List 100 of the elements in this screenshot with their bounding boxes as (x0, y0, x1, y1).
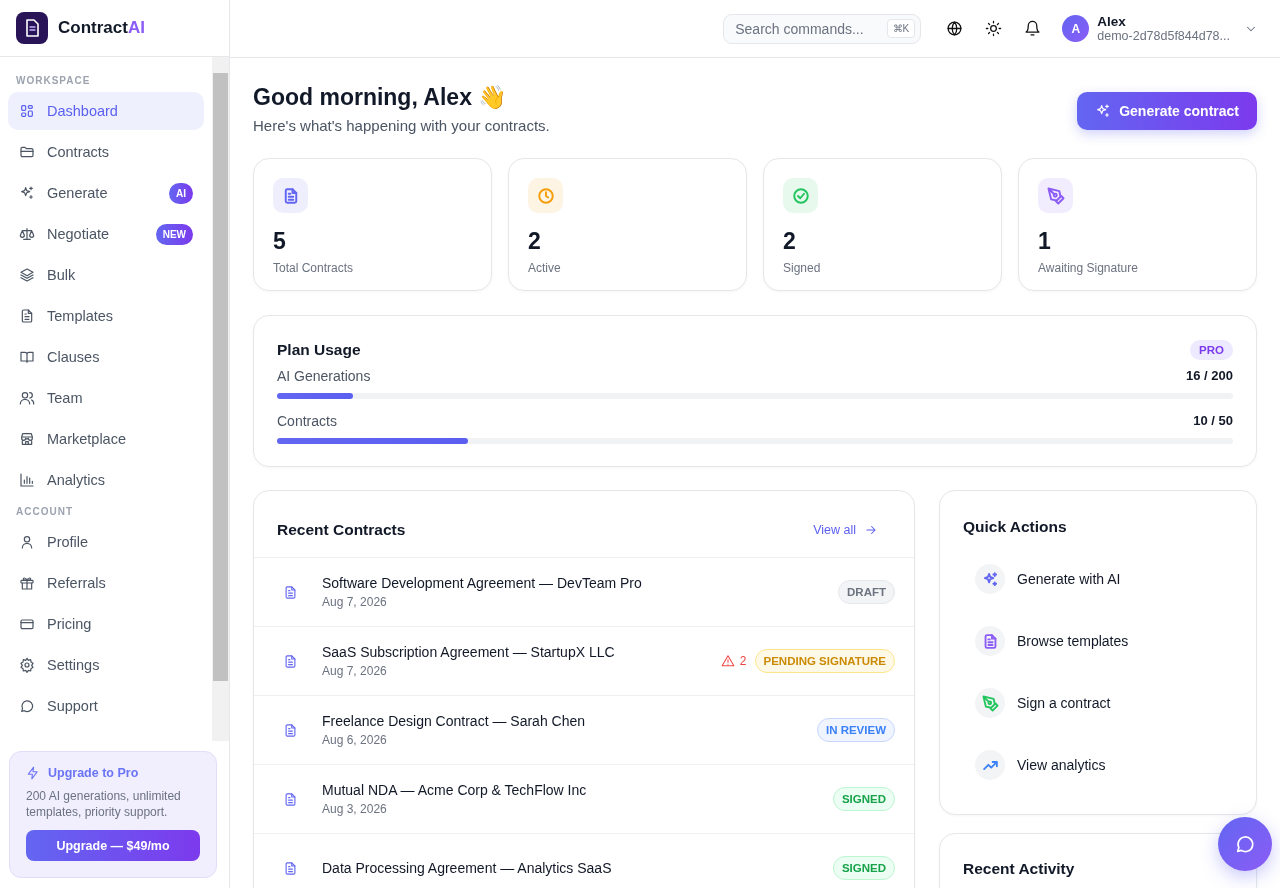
meter-reading: 16 / 200 (1186, 368, 1233, 384)
nav-badge: AI (169, 182, 193, 204)
nav-item[interactable]: Analytics (8, 461, 204, 499)
user-account: demo-2d78d5f844d78... (1097, 29, 1230, 43)
globe-icon[interactable] (946, 20, 964, 37)
contract-title: Software Development Agreement — DevTeam Pro (322, 575, 643, 591)
status-pill: DRAFT (838, 580, 895, 604)
contract-row[interactable]: Mutual NDA — Acme Corp & TechFlow Inc Aug 3, 2026 SIGNED (254, 764, 914, 833)
upgrade-text: 200 AI generations, unlimited templates, priority support. (26, 788, 182, 820)
sun-icon[interactable] (985, 20, 1003, 37)
status-pill: SIGNED (832, 787, 895, 811)
nav-item[interactable]: Profile (8, 523, 204, 561)
stat-label: Total Contracts (273, 261, 355, 275)
upgrade-button[interactable]: Upgrade — $49/mo (26, 830, 200, 861)
people-icon (19, 390, 35, 406)
contract-date: Aug 3, 2026 (322, 802, 388, 816)
contract-row[interactable]: SaaS Subscription Agreement — StartupX LLC Aug 7, 2026 2 PENDING SIGNATURE (254, 626, 914, 695)
quick-action[interactable]: View analytics (963, 734, 1233, 796)
folder-icon (19, 144, 35, 160)
brand-name: ContractAI (58, 18, 145, 38)
contract-date: Aug 7, 2026 (322, 664, 388, 678)
stat-value: 2 (783, 228, 797, 255)
stat-label: Active (528, 261, 562, 275)
contract-title: Freelance Design Contract — Sarah Chen (322, 713, 587, 729)
card-title: Recent Contracts (277, 521, 406, 539)
meter-label: Contracts (277, 413, 337, 429)
card-title: Quick Actions (963, 518, 1068, 536)
arrow-right-icon (864, 523, 878, 537)
quick-action[interactable]: Browse templates (963, 610, 1233, 672)
contract-title: SaaS Subscription Agreement — StartupX LLC (322, 644, 616, 660)
quick-action[interactable]: Sign a contract (963, 672, 1233, 734)
book-icon (19, 349, 35, 365)
sparkle-icon (19, 185, 35, 201)
plan-badge: PRO (1190, 340, 1233, 360)
document-icon (283, 584, 298, 600)
contract-row[interactable]: Freelance Design Contract — Sarah Chen Aug 6, 2026 IN REVIEW (254, 695, 914, 764)
nav-item[interactable]: Generate AI (8, 174, 204, 212)
contract-date: Aug 7, 2026 (322, 595, 388, 609)
nav-item[interactable]: Bulk (8, 256, 204, 294)
stat-value: 5 (273, 228, 287, 255)
scrollbar[interactable] (212, 57, 229, 741)
card-title: Recent Activity (963, 860, 1076, 878)
layers-icon (19, 267, 35, 283)
card-title: Plan Usage (277, 341, 361, 359)
stat-label: Awaiting Signature (1038, 261, 1139, 275)
chat-button[interactable] (1218, 817, 1272, 871)
grid-icon (19, 103, 35, 119)
greeting-subtitle: Here's what's happening with your contracts. (253, 117, 550, 134)
settings-icon (19, 657, 35, 673)
document-icon (283, 722, 298, 738)
meter-reading: 10 / 50 (1193, 413, 1233, 429)
bar-chart-icon (19, 472, 35, 488)
nav-item[interactable]: Referrals (8, 564, 204, 602)
greeting-title: Good morning, Alex 👋 (253, 84, 509, 111)
section-heading: ACCOUNT (15, 505, 74, 519)
nav-item[interactable]: Templates (8, 297, 204, 335)
contract-row[interactable]: Data Processing Agreement — Analytics SaaS SIGNED (254, 833, 914, 888)
nav-item[interactable]: Settings (8, 646, 204, 684)
nav-item[interactable]: Contracts (8, 133, 204, 171)
contract-date: Aug 6, 2026 (322, 733, 388, 747)
nav-item[interactable]: Dashboard (8, 92, 204, 130)
meter-label: AI Generations (277, 368, 371, 384)
user-name: Alex (1097, 14, 1127, 29)
status-pill: IN REVIEW (816, 718, 895, 742)
stat-label: Signed (783, 261, 822, 275)
view-all-link[interactable]: View all (813, 523, 878, 537)
chat-bubble-icon (1234, 833, 1256, 855)
document-icon (19, 308, 35, 324)
nav-item[interactable]: Pricing (8, 605, 204, 643)
bell-icon[interactable] (1024, 20, 1042, 37)
nav-item[interactable]: Support (8, 687, 204, 725)
document-icon (283, 860, 298, 876)
credit-card-icon (19, 616, 35, 632)
contract-row[interactable]: Software Development Agreement — DevTeam Pro Aug 7, 2026 DRAFT (254, 557, 914, 626)
lightning-icon (26, 766, 40, 780)
nav-item[interactable]: Negotiate NEW (8, 215, 204, 253)
section-heading: WORKSPACE (15, 74, 92, 88)
status-pill: PENDING SIGNATURE (754, 649, 895, 673)
nav-badge: NEW (155, 223, 193, 245)
chat-bubble-icon (19, 698, 35, 714)
warning-icon (720, 654, 735, 668)
scale-icon (19, 226, 35, 242)
nav-item[interactable]: Clauses (8, 338, 204, 376)
sparkle-icon (1095, 103, 1112, 119)
warning-count: 2 (739, 654, 747, 668)
document-icon (283, 653, 298, 669)
gift-icon (19, 575, 35, 591)
logo-icon (16, 12, 48, 44)
nav-item[interactable]: Marketplace (8, 420, 204, 458)
status-pill: SIGNED (832, 856, 895, 880)
contract-title: Data Processing Agreement — Analytics SaaS (322, 860, 613, 876)
avatar[interactable]: A (1062, 15, 1090, 42)
person-icon (19, 534, 35, 550)
store-icon (19, 431, 35, 447)
generate-contract-button[interactable]: Generate contract (1077, 92, 1257, 130)
nav-item[interactable]: Team (8, 379, 204, 417)
contract-title: Mutual NDA — Acme Corp & TechFlow Inc (322, 782, 588, 798)
document-icon (283, 791, 298, 807)
upgrade-title: Upgrade to Pro (48, 766, 139, 780)
quick-action[interactable]: Generate with AI (963, 548, 1233, 610)
